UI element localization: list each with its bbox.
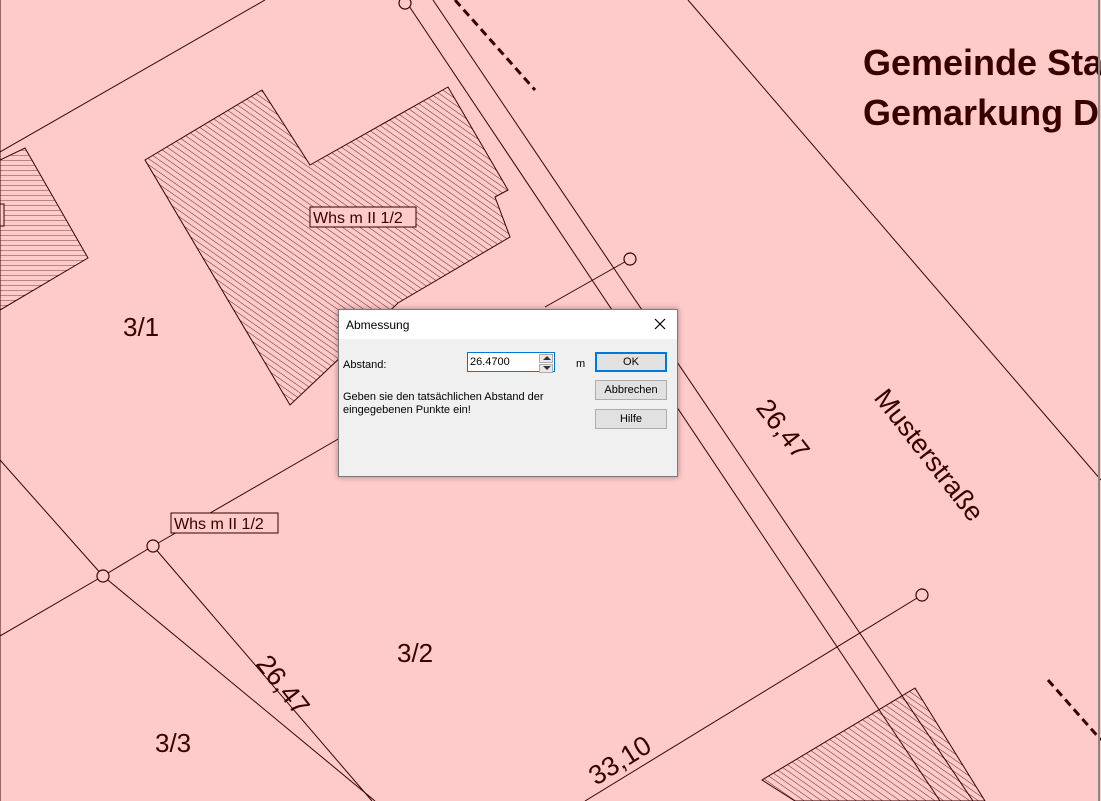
parcel-number: 3/1 — [123, 312, 159, 342]
spin-buttons[interactable] — [539, 354, 553, 373]
parcel-number: 3/3 — [155, 728, 191, 758]
spin-down-button[interactable] — [539, 364, 553, 373]
cancel-button[interactable]: Abbrechen — [595, 380, 667, 400]
arrow-up-icon — [543, 356, 551, 360]
building-bottom — [761, 687, 986, 801]
survey-point[interactable] — [915, 588, 929, 602]
survey-point[interactable] — [96, 569, 110, 583]
parcel-number: 3/2 — [397, 638, 433, 668]
unit-label: m — [576, 358, 586, 370]
dimension-label: 26,47 — [750, 393, 815, 465]
spin-up-button[interactable] — [539, 354, 553, 363]
measurement-dialog: Abmessung Abstand: m Geben sie den tatsä… — [338, 309, 678, 477]
ok-button[interactable]: OK — [595, 352, 667, 372]
dialog-titlebar: Abmessung — [339, 310, 677, 339]
building-left — [0, 147, 89, 311]
municipality-heading: Gemeinde Sta — [863, 42, 1101, 83]
arrow-down-icon — [543, 366, 551, 370]
building-label: Whs m II 1/2 — [174, 516, 264, 533]
close-icon[interactable] — [651, 315, 669, 333]
dimension-label: 26,47 — [250, 649, 315, 721]
distance-label: Abstand: — [343, 359, 387, 371]
dimension-label: 33,10 — [583, 730, 656, 791]
help-button[interactable]: Hilfe — [595, 409, 667, 429]
distance-input[interactable] — [468, 354, 540, 370]
hint-line-2: eingegebenen Punkte ein! — [343, 404, 471, 416]
dialog-title: Abmessung — [346, 318, 410, 332]
distance-stepper[interactable] — [467, 352, 555, 373]
hint-line-1: Geben sie den tatsächlichen Abstand der — [343, 391, 544, 403]
district-heading: Gemarkung D — [863, 92, 1099, 133]
survey-point[interactable] — [146, 539, 160, 553]
street-name: Musterstraße — [868, 383, 990, 527]
survey-point[interactable] — [398, 0, 412, 10]
survey-point[interactable] — [623, 252, 637, 266]
building-label: Whs m II 1/2 — [313, 210, 403, 227]
